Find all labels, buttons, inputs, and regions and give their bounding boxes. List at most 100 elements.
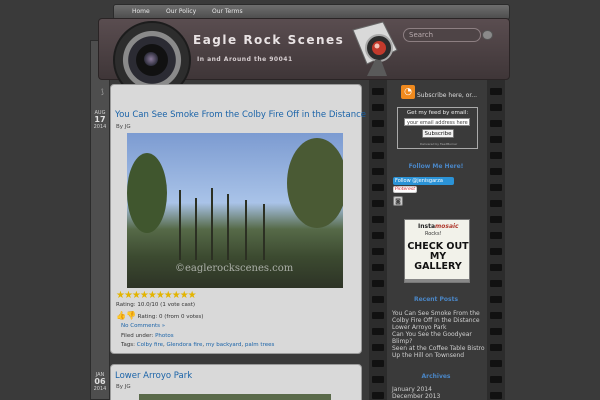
film-hole [490, 168, 502, 175]
film-hole [490, 216, 502, 223]
comments-link-text[interactable]: No Comments » [121, 323, 165, 329]
filed-under: Filed under: Photos [121, 333, 174, 339]
star-rating[interactable]: ★★★★★★★★★★ [116, 290, 197, 301]
insta-rocks: Rocks! [425, 231, 442, 237]
film-hole [372, 328, 384, 335]
film-hole [372, 88, 384, 95]
delivered-by[interactable]: Delivered by FeedBurner [420, 142, 457, 146]
post-title-2[interactable]: Lower Arroyo Park [115, 371, 192, 381]
film-strip-right [487, 78, 505, 400]
film-hole [490, 280, 502, 287]
follow-heading: Follow Me Here! [408, 163, 464, 170]
thumbs-icon[interactable]: 👍👎 [116, 311, 136, 320]
twitter-follow-button[interactable]: Follow @jenisgarza [393, 177, 454, 185]
nav-home-link[interactable]: Home [132, 8, 150, 15]
recent-post-link[interactable]: Up the Hill on Townsend [392, 352, 488, 359]
search-input[interactable]: Search [403, 28, 481, 42]
nav-terms-link[interactable]: Our Terms [212, 8, 243, 15]
archive-link[interactable]: December 2013 [392, 393, 488, 400]
film-hole [372, 232, 384, 239]
film-hole [490, 248, 502, 255]
site-tagline: In and Around the 90041 [197, 56, 293, 63]
recent-post-link[interactable]: You Can See Smoke From the Colby Fire Of… [392, 310, 488, 324]
film-hole [490, 200, 502, 207]
palm-tree [227, 194, 229, 260]
date-year: 2014 [93, 124, 107, 130]
film-hole [372, 168, 384, 175]
film-hole [372, 264, 384, 271]
film-hole [490, 184, 502, 191]
palm-tree [245, 200, 247, 260]
tag-link[interactable]: palm trees [245, 342, 274, 348]
thumbs-rating-text: Rating: 0 (from 0 votes) [137, 314, 204, 320]
comments-link[interactable]: No Comments » [121, 323, 165, 329]
post-photo-2[interactable] [139, 394, 331, 400]
film-hole [372, 344, 384, 351]
category-link[interactable]: Photos [155, 333, 174, 339]
site-title[interactable]: Eagle Rock Scenes [193, 33, 344, 47]
rss-text[interactable]: Subscribe here, or... [417, 92, 497, 99]
post-tags: Tags: Colby fire, Glendora fire, my back… [121, 342, 275, 348]
nav-policy-link[interactable]: Our Policy [166, 8, 196, 15]
tag-link[interactable]: Colby fire [137, 342, 163, 348]
film-hole [372, 280, 384, 287]
instagram-icon[interactable]: ◙ [393, 196, 403, 206]
film-hole [372, 312, 384, 319]
film-hole [490, 328, 502, 335]
tree [287, 138, 343, 228]
tag-link[interactable]: my backyard [206, 342, 242, 348]
film-hole [372, 184, 384, 191]
film-hole [372, 296, 384, 303]
pinterest-button[interactable]: Pinterest [393, 186, 417, 193]
film-hole [490, 344, 502, 351]
email-subscribe-box: Get my feed by email: your email address… [397, 107, 478, 149]
recent-post-link[interactable]: Seen at the Coffee Table Bistro [392, 345, 488, 352]
film-hole [490, 296, 502, 303]
palm-tree [263, 204, 265, 260]
photo-watermark: ©eaglerockscenes.com [175, 263, 294, 274]
archive-link[interactable]: January 2014 [392, 386, 488, 393]
filed-under-label: Filed under: [121, 333, 156, 339]
film-hole [490, 104, 502, 111]
date-year: 2014 [93, 386, 107, 392]
spotlight-icon [352, 21, 398, 76]
thumbs-rating[interactable]: 👍👎 Rating: 0 (from 0 votes) [116, 311, 203, 320]
film-hole [372, 136, 384, 143]
recent-posts-heading: Recent Posts [413, 296, 459, 303]
palm-tree [195, 198, 197, 260]
search-button[interactable] [482, 30, 493, 40]
film-hole [490, 376, 502, 383]
tree [127, 153, 167, 233]
film-hole [372, 216, 384, 223]
tags-label: Tags: [121, 342, 137, 348]
film-hole [372, 376, 384, 383]
film-hole [372, 152, 384, 159]
film-hole [490, 264, 502, 271]
subscribe-button[interactable]: Subscribe [422, 129, 454, 138]
date-day: 17 [94, 115, 106, 124]
film-hole [372, 104, 384, 111]
film-hole [372, 200, 384, 207]
palm-tree [211, 188, 213, 260]
post-title[interactable]: You Can See Smoke From the Colby Fire Of… [115, 110, 366, 120]
tag-link[interactable]: Glendora fire [167, 342, 203, 348]
recent-post-link[interactable]: Can You See the Goodyear Blimp? [392, 331, 488, 345]
post-date: AUG 17 2014 [91, 110, 109, 130]
film-hole [490, 136, 502, 143]
rss-icon[interactable]: ◔ [401, 85, 415, 99]
palm-tree [179, 190, 181, 260]
email-input[interactable]: your email address here [404, 118, 470, 126]
film-hole [372, 360, 384, 367]
rating-text: Rating: 10.0/10 (1 vote cast) [116, 302, 196, 308]
film-hole [490, 232, 502, 239]
film-hole [490, 152, 502, 159]
film-hole [372, 120, 384, 127]
insta-cta: CHECK OUT MY GALLERY [407, 241, 469, 272]
post-byline: By JG [116, 124, 131, 130]
recent-post-link[interactable]: Lower Arroyo Park [392, 324, 488, 331]
rss-small-icon[interactable]: ⟆ [101, 88, 104, 96]
post-photo[interactable]: ©eaglerockscenes.com [127, 133, 343, 288]
lens-center [144, 52, 158, 66]
archives-list: January 2014 December 2013 [392, 386, 488, 400]
instamosaic-badge[interactable]: Instamosaic Rocks! CHECK OUT MY GALLERY [404, 219, 470, 283]
